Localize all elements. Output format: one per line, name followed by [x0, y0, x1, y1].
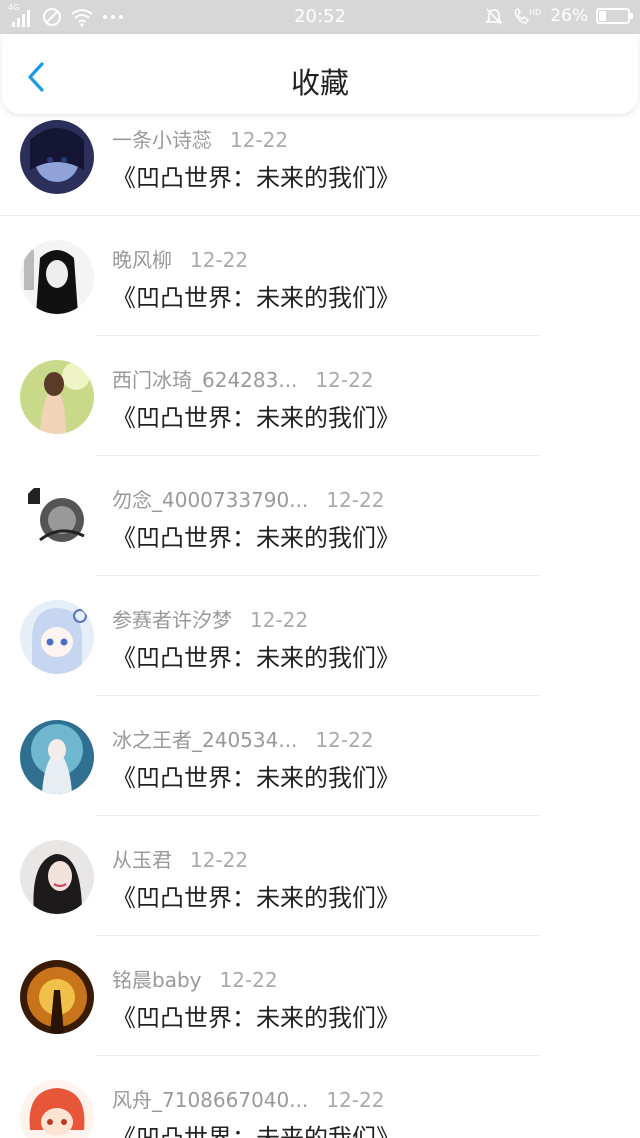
- avatar[interactable]: [20, 240, 94, 314]
- item-meta: 冰之王者_240534... 12-22: [112, 724, 374, 753]
- list-item[interactable]: 一条小诗蕊 12-22 《凹凸世界：未来的我们》: [0, 96, 640, 216]
- post-date: 12-22: [326, 488, 385, 512]
- page-title: 收藏: [290, 66, 349, 100]
- battery-icon: [596, 8, 633, 24]
- list-item[interactable]: 勿念_4000733790... 12-22 《凹凸世界：未来的我们》: [0, 456, 640, 576]
- avatar[interactable]: [20, 1080, 94, 1138]
- item-meta: 铭晨baby 12-22: [112, 964, 278, 993]
- avatar[interactable]: [20, 480, 94, 554]
- username[interactable]: 从玉君: [112, 848, 172, 872]
- list-item[interactable]: 参赛者许汐梦 12-22 《凹凸世界：未来的我们》: [0, 576, 640, 696]
- work-title[interactable]: 《凹凸世界：未来的我们》: [112, 758, 400, 793]
- username[interactable]: 勿念_4000733790...: [112, 488, 308, 512]
- post-date: 12-22: [315, 728, 374, 752]
- work-title[interactable]: 《凹凸世界：未来的我们》: [112, 278, 400, 313]
- username[interactable]: 铭晨baby: [112, 968, 201, 992]
- username[interactable]: 风舟_7108667040...: [112, 1088, 308, 1112]
- hd-call-icon: HD: [514, 8, 541, 24]
- avatar[interactable]: [20, 720, 94, 794]
- status-right: HD 26%: [484, 6, 633, 26]
- item-meta: 勿念_4000733790... 12-22: [112, 484, 384, 513]
- battery-percent: 26%: [550, 6, 588, 26]
- status-bar: 4G 20:52 HD 26%: [0, 0, 640, 34]
- post-date: 12-22: [250, 608, 309, 632]
- list-item[interactable]: 从玉君 12-22 《凹凸世界：未来的我们》: [0, 816, 640, 936]
- username[interactable]: 晚风柳: [112, 248, 172, 272]
- item-meta: 晚风柳 12-22: [112, 244, 248, 273]
- avatar[interactable]: [20, 360, 94, 434]
- username[interactable]: 西门冰琦_624283...: [112, 368, 297, 392]
- post-date: 12-22: [190, 248, 249, 272]
- username[interactable]: 一条小诗蕊: [112, 128, 212, 152]
- username[interactable]: 冰之王者_240534...: [112, 728, 297, 752]
- list-item[interactable]: 冰之王者_240534... 12-22 《凹凸世界：未来的我们》: [0, 696, 640, 816]
- work-title[interactable]: 《凹凸世界：未来的我们》: [112, 518, 400, 553]
- avatar[interactable]: [20, 600, 94, 674]
- avatar[interactable]: [20, 840, 94, 914]
- item-meta: 参赛者许汐梦 12-22: [112, 604, 308, 633]
- item-meta: 西门冰琦_624283... 12-22: [112, 364, 374, 393]
- list-item[interactable]: 晚风柳 12-22 《凹凸世界：未来的我们》: [0, 216, 640, 336]
- list-item[interactable]: 铭晨baby 12-22 《凹凸世界：未来的我们》: [0, 936, 640, 1056]
- work-title[interactable]: 《凹凸世界：未来的我们》: [112, 1118, 400, 1138]
- work-title[interactable]: 《凹凸世界：未来的我们》: [112, 878, 400, 913]
- item-meta: 一条小诗蕊 12-22: [112, 124, 288, 153]
- mute-icon: [485, 8, 504, 25]
- work-title[interactable]: 《凹凸世界：未来的我们》: [112, 998, 400, 1033]
- item-meta: 从玉君 12-22: [112, 844, 248, 873]
- avatar[interactable]: [20, 120, 94, 194]
- post-date: 12-22: [315, 368, 374, 392]
- work-title[interactable]: 《凹凸世界：未来的我们》: [112, 158, 400, 193]
- username[interactable]: 参赛者许汐梦: [112, 608, 232, 632]
- post-date: 12-22: [219, 968, 278, 992]
- post-date: 12-22: [230, 128, 289, 152]
- post-date: 12-22: [190, 848, 249, 872]
- post-date: 12-22: [326, 1088, 385, 1112]
- work-title[interactable]: 《凹凸世界：未来的我们》: [112, 398, 400, 433]
- item-meta: 风舟_7108667040... 12-22: [112, 1084, 384, 1113]
- work-title[interactable]: 《凹凸世界：未来的我们》: [112, 638, 400, 673]
- list-item[interactable]: 风舟_7108667040... 12-22 《凹凸世界：未来的我们》: [0, 1056, 640, 1138]
- nav-header: 收藏: [2, 34, 638, 114]
- avatar[interactable]: [20, 960, 94, 1034]
- favorites-list: 一条小诗蕊 12-22 《凹凸世界：未来的我们》 晚风柳 12-22 《凹凸世界：未来的我…: [0, 96, 640, 1138]
- svg-text:HD: HD: [529, 8, 541, 17]
- list-item[interactable]: 西门冰琦_624283... 12-22 《凹凸世界：未来的我们》: [0, 336, 640, 456]
